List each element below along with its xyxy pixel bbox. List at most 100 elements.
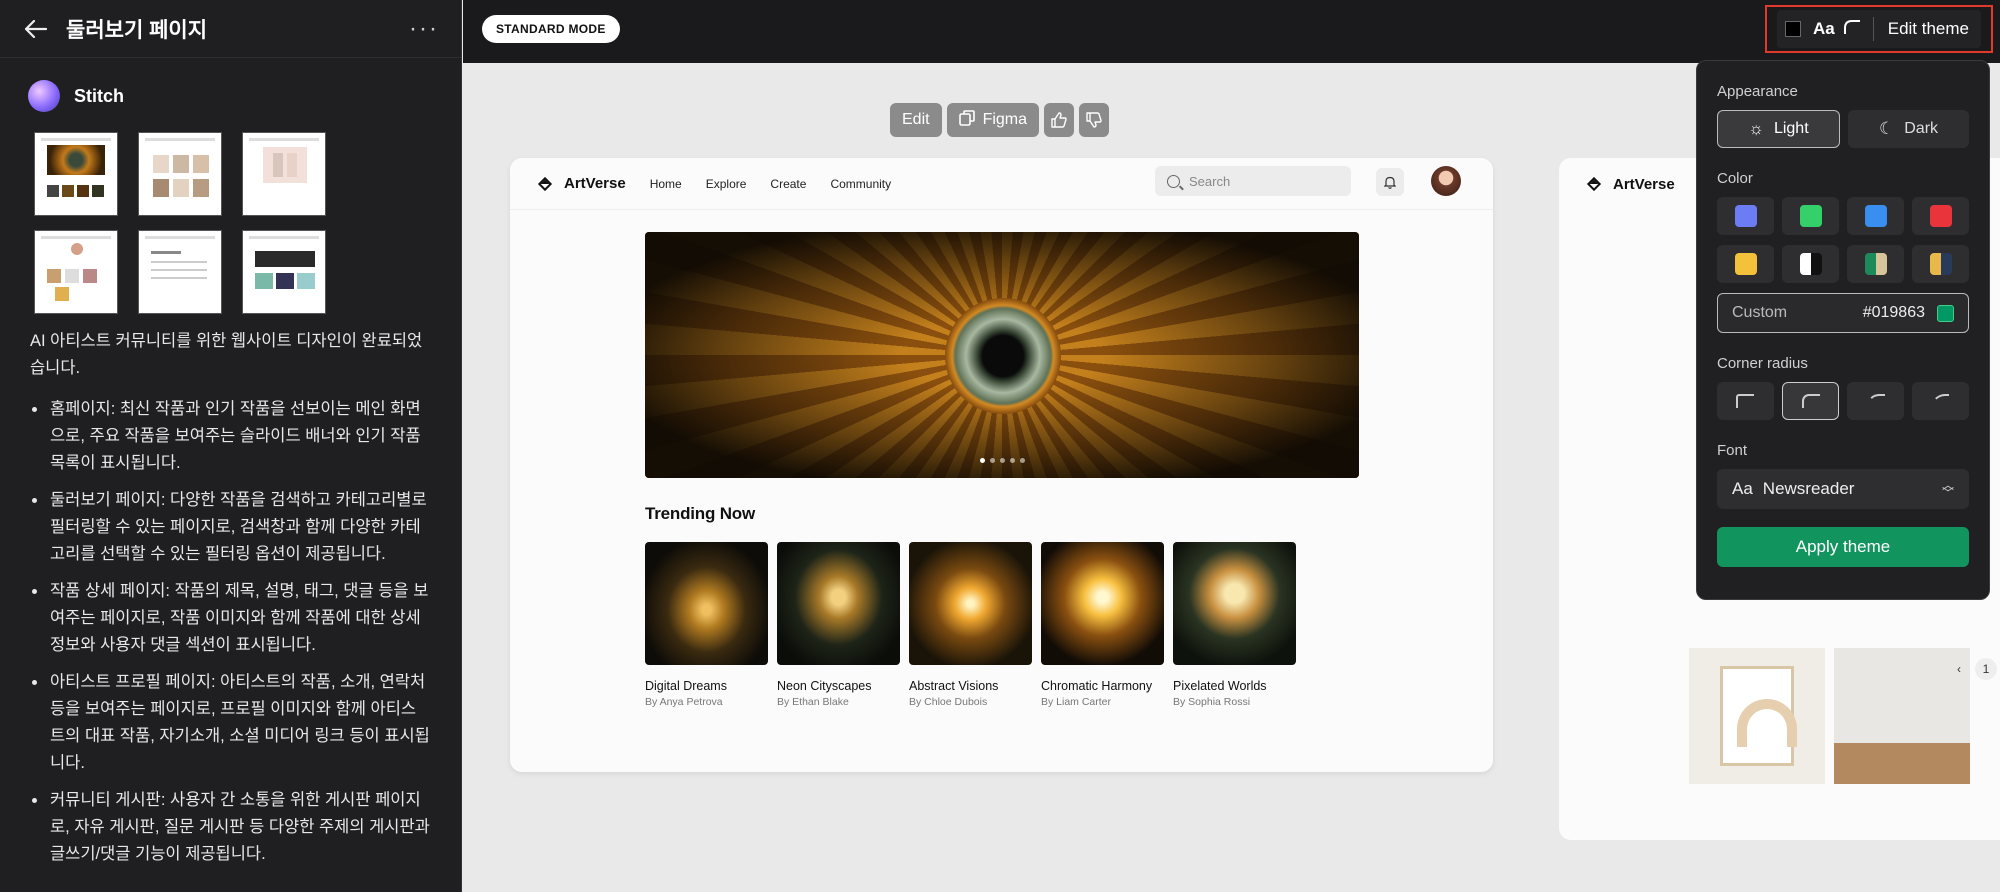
search-input[interactable]: Search	[1155, 166, 1351, 196]
artwork-image	[909, 542, 1032, 665]
nav-link-explore[interactable]: Explore	[706, 177, 747, 191]
custom-label: Custom	[1732, 304, 1788, 321]
chevron-up-down-icon: ︿ ﹀	[1941, 478, 1954, 500]
search-icon	[1167, 174, 1180, 188]
color-swatch-red[interactable]	[1912, 197, 1969, 235]
hero-banner[interactable]	[645, 232, 1359, 478]
artwork-author: By Ethan Blake	[777, 696, 849, 708]
feature-list: 홈페이지: 최신 작품과 인기 작품을 선보이는 메인 화면으로, 주요 작품을…	[30, 396, 431, 868]
artwork-image	[1173, 542, 1296, 665]
artwork-title: Chromatic Harmony	[1041, 679, 1153, 693]
list-item: 홈페이지: 최신 작품과 인기 작품을 선보이는 메인 화면으로, 주요 작품을…	[48, 396, 431, 477]
thumbs-up-icon	[1051, 112, 1067, 128]
color-swatch-teal-sand[interactable]	[1847, 245, 1904, 283]
thumbnail-detail[interactable]	[242, 132, 326, 216]
nav-link-community[interactable]: Community	[830, 177, 891, 191]
corner-radius-option-medium[interactable]	[1847, 382, 1904, 420]
apply-theme-button[interactable]: Apply theme	[1717, 527, 1969, 567]
theme-editor-popup: Appearance ☼ Light ☾ Dark Color Custom #…	[1696, 60, 1990, 600]
thumbnail-profile[interactable]	[34, 230, 118, 314]
font-select[interactable]: Aa Newsreader ︿ ﹀	[1717, 469, 1969, 509]
font-name: Newsreader	[1762, 479, 1855, 498]
edit-theme-label: Edit theme	[1887, 19, 1969, 38]
custom-color-preview	[1937, 304, 1954, 322]
artwork-image[interactable]	[1689, 648, 1825, 784]
thumbnail-home[interactable]	[34, 132, 118, 216]
corner-radius-label: Corner radius	[1717, 355, 1808, 372]
artwork-card[interactable]: Pixelated Worlds By Sophia Rossi	[1173, 542, 1296, 708]
artwork-author: By Sophia Rossi	[1173, 696, 1251, 708]
hero-flower-center	[945, 298, 1061, 414]
nav-link-home[interactable]: Home	[650, 177, 682, 191]
screen-toolbar: Edit Figma	[890, 103, 1110, 137]
site-logo[interactable]: ArtVerse	[537, 175, 626, 192]
corner-radius-option-none[interactable]	[1717, 382, 1774, 420]
assistant-message: AI 아티스트 커뮤니티를 위한 웹사이트 디자인이 완료되었습니다. 홈페이지…	[0, 314, 461, 868]
divider	[1872, 17, 1874, 41]
custom-hex-value: #019863	[1862, 304, 1925, 321]
color-swatch-indigo[interactable]	[1717, 197, 1774, 235]
thumbnail-explore[interactable]	[138, 132, 222, 216]
list-item: 작품 상세 페이지: 작품의 제목, 설명, 태그, 댓글 등을 보여주는 페이…	[48, 578, 431, 659]
appearance-light-button[interactable]: ☼ Light	[1717, 110, 1840, 148]
mode-badge[interactable]: STANDARD MODE	[482, 15, 620, 43]
artwork-author: By Liam Carter	[1041, 696, 1112, 708]
panel-header: 둘러보기 페이지 ···	[0, 0, 461, 58]
more-options-icon[interactable]: ···	[409, 15, 439, 43]
font-icon: Aa	[1813, 19, 1835, 38]
corner-radius-option-small[interactable]	[1781, 382, 1840, 420]
artwork-card[interactable]: Abstract Visions By Chloe Dubois	[909, 542, 1032, 708]
home-screen-preview[interactable]: ArtVerse Home Explore Create Community S…	[510, 158, 1493, 772]
light-label: Light	[1773, 120, 1809, 137]
thumbs-up-button[interactable]	[1044, 103, 1075, 137]
chat-panel: 둘러보기 페이지 ··· Stitch AI 아티스트 커뮤니티를 위한 웹사이…	[0, 0, 462, 892]
thumbs-down-icon	[1086, 112, 1102, 128]
color-swatch-blue[interactable]	[1847, 197, 1904, 235]
carousel-dots[interactable]	[980, 458, 1025, 463]
artwork-card[interactable]: Neon Cityscapes By Ethan Blake	[777, 542, 900, 708]
artwork-card[interactable]: Chromatic Harmony By Liam Carter	[1041, 542, 1164, 708]
sun-icon: ☼	[1748, 119, 1764, 138]
color-swatch-mono[interactable]	[1782, 245, 1839, 283]
prev-page-icon[interactable]: ‹	[1957, 662, 1961, 676]
trending-list: Digital Dreams By Anya Petrova Neon City…	[645, 542, 1296, 708]
brand-name: ArtVerse	[1613, 175, 1675, 193]
dark-label: Dark	[1904, 120, 1939, 137]
artwork-title: Neon Cityscapes	[777, 679, 872, 693]
artwork-image[interactable]	[1834, 648, 1970, 784]
figma-label: Figma	[982, 111, 1028, 128]
appearance-dark-button[interactable]: ☾ Dark	[1848, 110, 1969, 148]
thumbnail-community[interactable]	[138, 230, 222, 314]
color-swatch-yellow[interactable]	[1717, 245, 1774, 283]
artwork-image	[1041, 542, 1164, 665]
thumbs-down-button[interactable]	[1079, 103, 1110, 137]
list-item: 둘러보기 페이지: 다양한 작품을 검색하고 카테고리별로 필터링할 수 있는 …	[48, 487, 431, 568]
color-swatch-green[interactable]	[1782, 197, 1839, 235]
user-avatar[interactable]	[1431, 166, 1461, 196]
screen-thumbnails	[0, 124, 461, 314]
edit-theme-button[interactable]: Aa Edit theme	[1765, 5, 1993, 53]
figma-button[interactable]: Figma	[946, 103, 1040, 137]
nav-link-create[interactable]: Create	[770, 177, 806, 191]
site-navbar: ArtVerse Home Explore Create Community S…	[510, 158, 1493, 210]
copy-icon	[958, 109, 975, 131]
message-intro: AI 아티스트 커뮤니티를 위한 웹사이트 디자인이 완료되었습니다.	[30, 332, 423, 377]
thumbnail-gallery[interactable]	[242, 230, 326, 314]
back-arrow-icon[interactable]	[22, 15, 50, 43]
artwork-image	[777, 542, 900, 665]
brand-name: ArtVerse	[564, 175, 626, 192]
top-bar: STANDARD MODE Aa Edit theme	[463, 0, 2000, 63]
artwork-title: Digital Dreams	[645, 679, 727, 693]
section-title-trending: Trending Now	[645, 504, 755, 523]
page-title: 둘러보기 페이지	[66, 18, 208, 42]
corner-radius-option-large[interactable]	[1912, 382, 1969, 420]
color-swatch-gold-navy[interactable]	[1912, 245, 1969, 283]
custom-color-field[interactable]: Custom #019863	[1717, 293, 1969, 333]
search-placeholder: Search	[1189, 173, 1231, 189]
notification-bell-icon[interactable]	[1376, 168, 1404, 196]
logo-icon	[1586, 176, 1602, 192]
artwork-card[interactable]: Digital Dreams By Anya Petrova	[645, 542, 768, 708]
artwork-title: Abstract Visions	[909, 679, 999, 693]
edit-button[interactable]: Edit	[890, 103, 942, 137]
page-number[interactable]: 1	[1975, 658, 1997, 680]
